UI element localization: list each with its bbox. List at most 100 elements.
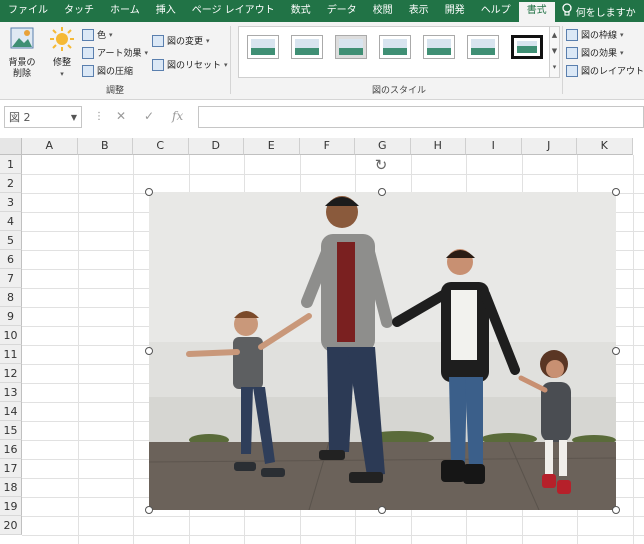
formula-input[interactable]	[198, 106, 644, 128]
resize-handle-left[interactable]	[145, 347, 153, 355]
lightbulb-icon	[561, 2, 573, 20]
gridline-horizontal	[22, 516, 644, 517]
select-all-corner[interactable]	[0, 138, 22, 155]
insert-function-icon[interactable]: fx	[172, 109, 183, 123]
artistic-effects-button[interactable]: アート効果 ▾	[82, 46, 148, 59]
tab-help[interactable]: ヘルプ	[473, 0, 519, 22]
row-header[interactable]: 18	[0, 478, 22, 497]
color-label: 色	[97, 31, 107, 41]
column-header[interactable]: D	[188, 138, 244, 155]
cancel-icon[interactable]: ✕	[116, 109, 126, 123]
chevron-down-icon: ▾	[144, 48, 148, 57]
inserted-picture[interactable]	[149, 192, 616, 510]
tab-developer[interactable]: 開発	[437, 0, 473, 22]
resize-handle-right[interactable]	[612, 347, 620, 355]
row-header[interactable]: 2	[0, 174, 22, 193]
remove-background-button[interactable]: 背景の 削除	[4, 26, 40, 80]
tab-file[interactable]: ファイル	[0, 0, 56, 22]
picture-layout-button[interactable]: 図のレイアウト ▾	[566, 64, 644, 77]
compress-icon	[82, 64, 94, 77]
picture-effects-button[interactable]: 図の効果 ▾	[566, 46, 624, 59]
picture-style-4[interactable]	[379, 35, 411, 59]
tell-me-search[interactable]: 何をしますか	[555, 0, 642, 22]
artistic-effects-icon	[82, 46, 94, 59]
compress-label: 図の圧縮	[97, 67, 134, 77]
resize-handle-bottom-right[interactable]	[612, 506, 620, 514]
picture-style-5[interactable]	[423, 35, 455, 59]
gridline-vertical	[77, 155, 79, 544]
tab-page-layout[interactable]: ページ レイアウト	[184, 0, 283, 22]
column-header[interactable]: B	[77, 138, 133, 155]
reset-picture-label: 図のリセット	[167, 61, 222, 71]
row-header[interactable]: 9	[0, 307, 22, 326]
name-box[interactable]: 図 2 ▼	[4, 106, 82, 128]
column-header[interactable]: K	[577, 138, 633, 155]
reset-picture-button[interactable]: 図のリセット ▾	[152, 58, 228, 71]
tab-touch[interactable]: タッチ	[56, 0, 102, 22]
column-header[interactable]: E	[244, 138, 300, 155]
column-header[interactable]: H	[410, 138, 466, 155]
tab-review[interactable]: 校閲	[365, 0, 401, 22]
column-header[interactable]: G	[355, 138, 411, 155]
remove-background-label: 背景の 削除	[8, 58, 36, 79]
rotate-handle-icon[interactable]: ↻	[373, 157, 389, 173]
chevron-down-icon: ▾	[224, 60, 228, 69]
row-header[interactable]: 1	[0, 155, 22, 174]
enter-icon[interactable]: ✓	[144, 109, 154, 123]
resize-handle-top-right[interactable]	[612, 188, 620, 196]
gallery-scroll-down-icon[interactable]: ▼	[550, 43, 559, 59]
row-header[interactable]: 13	[0, 383, 22, 402]
gallery-more-icon[interactable]: ▾	[550, 59, 559, 75]
resize-handle-top-left[interactable]	[145, 188, 153, 196]
column-header[interactable]: J	[521, 138, 577, 155]
picture-style-1[interactable]	[247, 35, 279, 59]
row-header[interactable]: 8	[0, 288, 22, 307]
row-header[interactable]: 20	[0, 516, 22, 535]
picture-styles-group-label: 図のスタイル	[371, 86, 426, 96]
picture-style-6[interactable]	[467, 35, 499, 59]
chevron-down-icon[interactable]: ▼	[71, 113, 77, 122]
column-header[interactable]: I	[466, 138, 522, 155]
tab-home[interactable]: ホーム	[102, 0, 148, 22]
row-header[interactable]: 14	[0, 402, 22, 421]
picture-style-2[interactable]	[291, 35, 323, 59]
gallery-scroll-up-icon[interactable]: ▲	[550, 27, 559, 43]
color-button[interactable]: 色 ▾	[82, 28, 113, 41]
row-header[interactable]: 6	[0, 250, 22, 269]
column-header[interactable]: F	[299, 138, 355, 155]
resize-handle-bottom[interactable]	[378, 506, 386, 514]
compress-pictures-button[interactable]: 図の圧縮	[82, 64, 133, 77]
row-header[interactable]: 19	[0, 497, 22, 516]
picture-style-3[interactable]	[335, 35, 367, 59]
row-header[interactable]: 4	[0, 212, 22, 231]
corrections-button[interactable]: 修整 ▾	[46, 26, 78, 80]
picture-border-button[interactable]: 図の枠線 ▾	[566, 28, 624, 41]
tab-insert[interactable]: 挿入	[148, 0, 184, 22]
resize-handle-bottom-left[interactable]	[145, 506, 153, 514]
change-picture-button[interactable]: 図の変更 ▾	[152, 34, 210, 47]
row-header[interactable]: 12	[0, 364, 22, 383]
row-header[interactable]: 3	[0, 193, 22, 212]
column-header[interactable]: A	[22, 138, 78, 155]
row-header[interactable]: 7	[0, 269, 22, 288]
formula-bar: 図 2 ▼ ⋮ ✕ ✓ fx	[0, 100, 644, 134]
picture-style-7[interactable]	[511, 35, 543, 59]
row-header[interactable]: 10	[0, 326, 22, 345]
tab-format[interactable]: 書式	[518, 0, 555, 22]
gridline-horizontal	[22, 535, 644, 536]
row-header[interactable]: 11	[0, 345, 22, 364]
gallery-scrollbar: ▲ ▼ ▾	[549, 27, 559, 77]
row-header[interactable]: 16	[0, 440, 22, 459]
tell-me-label: 何をしますか	[575, 7, 636, 19]
picture-border-label: 図の枠線	[581, 31, 618, 41]
row-header[interactable]: 15	[0, 421, 22, 440]
row-header[interactable]: 5	[0, 231, 22, 250]
gridline-vertical	[133, 155, 134, 544]
chevron-down-icon: ▾	[620, 48, 624, 57]
tab-view[interactable]: 表示	[401, 0, 437, 22]
row-header[interactable]: 17	[0, 459, 22, 478]
column-header[interactable]: C	[133, 138, 189, 155]
tab-data[interactable]: データ	[319, 0, 365, 22]
tab-formulas[interactable]: 数式	[283, 0, 319, 22]
resize-handle-top[interactable]	[378, 188, 386, 196]
